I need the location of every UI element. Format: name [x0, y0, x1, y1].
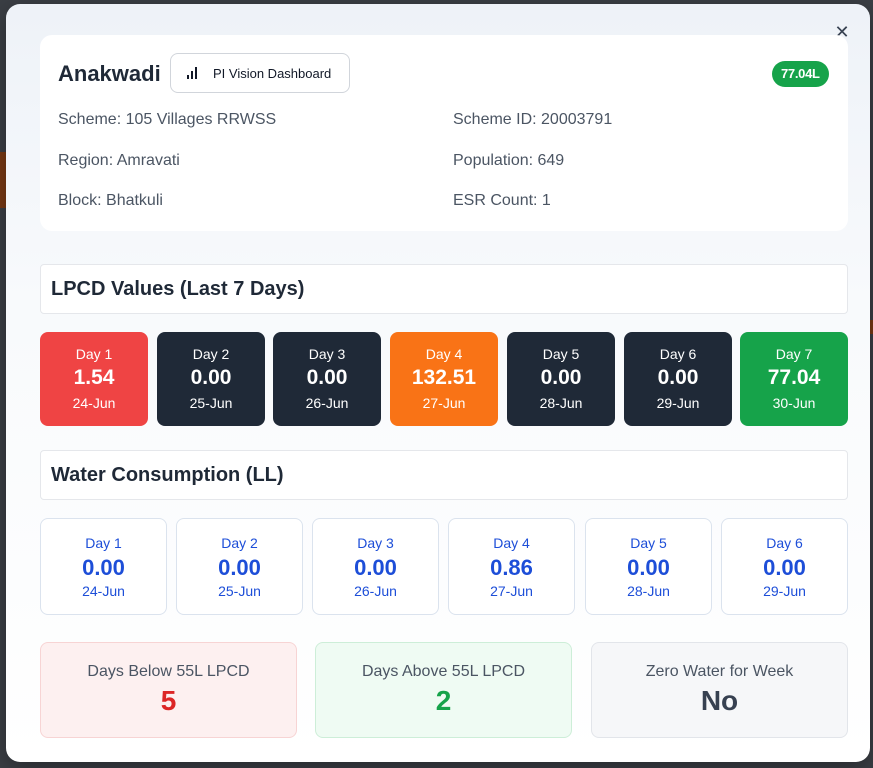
zero-water-week-value: No	[700, 685, 739, 716]
lpcd-date: 24-Jun	[72, 395, 116, 411]
lpcd-day-card: Day 4 132.51 27-Jun	[390, 332, 498, 426]
bar-chart-icon	[187, 67, 201, 79]
lpcd-cards: Day 1 1.54 24-Jun Day 2 0.00 25-Jun Day …	[40, 332, 848, 426]
water-day-card: Day 4 0.86 27-Jun	[448, 518, 575, 615]
pi-vision-dashboard-label: PI Vision Dashboard	[213, 65, 332, 81]
water-day-label: Day 1	[85, 535, 122, 551]
lpcd-day-card: Day 6 0.00 29-Jun	[624, 332, 732, 426]
lpcd-date: 30-Jun	[772, 395, 816, 411]
water-value: 0.00	[627, 555, 670, 580]
lpcd-day-card: Day 3 0.00 26-Jun	[273, 332, 381, 426]
lpcd-day-card: Day 2 0.00 25-Jun	[157, 332, 265, 426]
lpcd-day-label: Day 6	[659, 346, 697, 362]
water-day-card: Day 5 0.00 28-Jun	[585, 518, 712, 615]
water-consumption-section-title: Water Consumption (LL)	[40, 450, 848, 500]
lpcd-day-label: Day 7	[775, 346, 813, 362]
days-above-55l-value: 2	[435, 685, 452, 716]
water-date: 28-Jun	[627, 583, 670, 599]
days-below-55l-label: Days Below 55L LPCD	[87, 663, 250, 680]
lpcd-day-label: Day 5	[542, 346, 580, 362]
days-below-55l-card: Days Below 55L LPCD 5	[40, 642, 297, 738]
lpcd-day-label: Day 1	[75, 346, 113, 362]
water-value: 0.00	[82, 555, 125, 580]
water-day-card: Day 3 0.00 26-Jun	[312, 518, 439, 615]
lpcd-value: 1.54	[73, 366, 115, 389]
water-day-label: Day 5	[630, 535, 667, 551]
water-consumption-cards: Day 1 0.00 24-Jun Day 2 0.00 25-Jun Day …	[40, 518, 848, 615]
lpcd-value: 0.00	[657, 366, 699, 389]
lpcd-day-label: Day 2	[192, 346, 230, 362]
water-day-label: Day 6	[766, 535, 803, 551]
lpcd-day-card: Day 5 0.00 28-Jun	[507, 332, 615, 426]
water-day-card: Day 1 0.00 24-Jun	[40, 518, 167, 615]
water-value: 0.00	[354, 555, 397, 580]
water-date: 25-Jun	[218, 583, 261, 599]
population: Population: 649	[453, 152, 565, 169]
lpcd-value: 132.51	[411, 366, 477, 389]
lpcd-date: 27-Jun	[422, 395, 466, 411]
water-value: 0.00	[218, 555, 261, 580]
region: Region: Amravati	[58, 152, 180, 169]
water-date: 26-Jun	[354, 583, 397, 599]
scheme-id: Scheme ID: 20003791	[453, 111, 613, 128]
water-date: 24-Jun	[82, 583, 125, 599]
lpcd-value: 0.00	[190, 366, 232, 389]
scheme-name: Scheme: 105 Villages RRWSS	[58, 111, 277, 128]
days-above-55l-label: Days Above 55L LPCD	[361, 663, 526, 680]
days-below-55l-value: 5	[160, 685, 177, 716]
block: Block: Bhatkuli	[58, 192, 163, 209]
lpcd-date: 26-Jun	[305, 395, 349, 411]
lpcd-section-title: LPCD Values (Last 7 Days)	[40, 264, 848, 314]
village-info-card: Anakwadi PI Vision Dashboard 77.04L Sche…	[40, 35, 848, 231]
lpcd-day-label: Day 3	[308, 346, 346, 362]
lpcd-day-card: Day 7 77.04 30-Jun	[740, 332, 848, 426]
lpcd-day-card: Day 1 1.54 24-Jun	[40, 332, 148, 426]
water-day-card: Day 2 0.00 25-Jun	[176, 518, 303, 615]
water-date: 29-Jun	[763, 583, 806, 599]
lpcd-badge: 77.04L	[772, 61, 829, 87]
village-details-modal: ✕ Anakwadi PI Vision Dashboard 77.04L Sc…	[6, 4, 870, 762]
lpcd-date: 25-Jun	[189, 395, 233, 411]
lpcd-value: 0.00	[306, 366, 348, 389]
lpcd-date: 29-Jun	[656, 395, 700, 411]
zero-water-week-card: Zero Water for Week No	[591, 642, 848, 738]
water-day-label: Day 4	[493, 535, 530, 551]
water-date: 27-Jun	[490, 583, 533, 599]
pi-vision-dashboard-button[interactable]: PI Vision Dashboard	[170, 53, 350, 93]
water-day-card: Day 6 0.00 29-Jun	[721, 518, 848, 615]
water-value: 0.00	[763, 555, 806, 580]
lpcd-day-label: Day 4	[425, 346, 463, 362]
village-name: Anakwadi	[58, 61, 161, 86]
water-day-label: Day 3	[357, 535, 394, 551]
water-day-label: Day 2	[221, 535, 258, 551]
esr-count: ESR Count: 1	[453, 192, 551, 209]
lpcd-value: 77.04	[767, 366, 821, 389]
lpcd-date: 28-Jun	[539, 395, 583, 411]
days-above-55l-card: Days Above 55L LPCD 2	[315, 642, 572, 738]
zero-water-week-label: Zero Water for Week	[645, 663, 794, 680]
water-value: 0.86	[490, 555, 533, 580]
lpcd-value: 0.00	[540, 366, 582, 389]
